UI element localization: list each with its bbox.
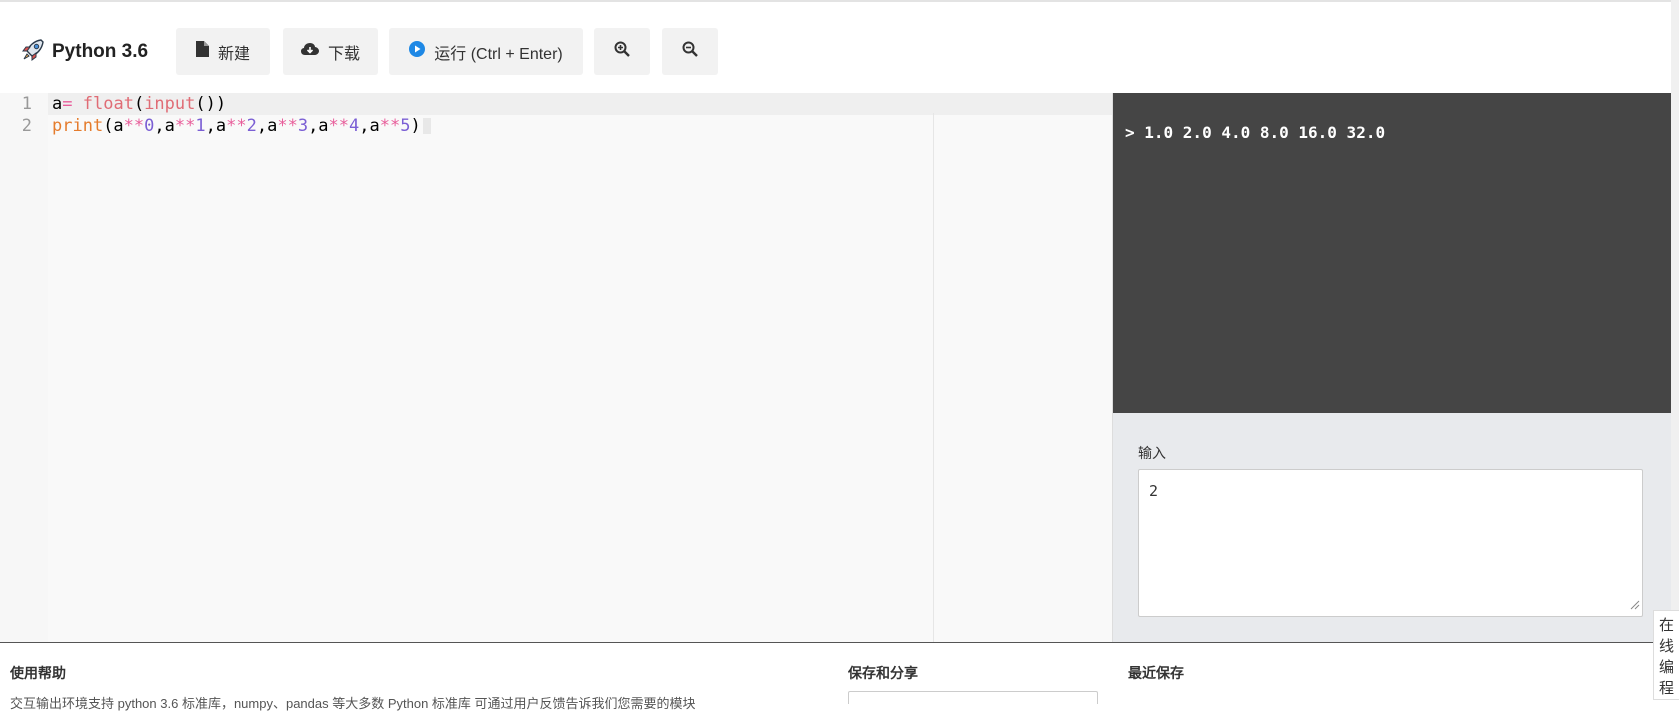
print-margin	[933, 113, 934, 642]
output-text: > 1.0 2.0 4.0 8.0 16.0 32.0	[1125, 123, 1386, 142]
share-title: 保存和分享	[848, 665, 918, 681]
rocket-icon	[20, 37, 46, 68]
resize-handle-icon[interactable]	[1630, 596, 1640, 614]
input-label: 输入	[1138, 445, 1166, 461]
brand: Python 3.6	[20, 37, 148, 67]
download-button-label: 下载	[327, 45, 360, 63]
download-button[interactable]: 下载	[283, 28, 378, 75]
side-tab-label: 在线编程	[1658, 617, 1674, 697]
share-input[interactable]	[848, 691, 1098, 704]
code-line-1[interactable]: a= float(input())	[52, 93, 226, 115]
file-icon	[195, 41, 209, 62]
footer: 使用帮助 交互输出环境支持 python 3.6 标准库，numpy、panda…	[0, 642, 1671, 711]
run-button-label: 运行 (Ctrl + Enter)	[434, 45, 563, 63]
page-scrollbar[interactable]	[1671, 0, 1679, 700]
input-panel: 输入 2	[1113, 413, 1671, 642]
online-programming-tab[interactable]: 在线编程	[1653, 610, 1679, 700]
new-button-label: 新建	[217, 45, 250, 63]
zoom-out-icon	[682, 41, 698, 62]
stdin-value: 2	[1149, 482, 1159, 500]
run-button[interactable]: 运行 (Ctrl + Enter)	[389, 28, 583, 75]
code-line-2[interactable]: print(a**0,a**1,a**2,a**3,a**4,a**5)	[52, 115, 431, 137]
zoom-in-button[interactable]	[594, 28, 650, 75]
play-circle-icon	[409, 41, 426, 62]
code-editor[interactable]: 1 2 a= float(input()) print(a**0,a**1,a*…	[0, 93, 1113, 642]
cloud-download-icon	[300, 42, 319, 61]
recent-title: 最近保存	[1128, 665, 1184, 681]
new-button[interactable]: 新建	[176, 28, 270, 75]
line-number-gutter	[0, 93, 48, 642]
output-panel: > 1.0 2.0 4.0 8.0 16.0 32.0	[1113, 93, 1671, 413]
zoom-in-icon	[614, 41, 630, 62]
toolbar: Python 3.6 新建 下载 运行 (Ctrl + Enter)	[0, 2, 1670, 94]
text-cursor	[422, 118, 431, 134]
app-title: Python 3.6	[52, 41, 149, 62]
zoom-out-button[interactable]	[662, 28, 718, 75]
help-text: 交互输出环境支持 python 3.6 标准库，numpy、pandas 等大多…	[10, 696, 696, 711]
line-number: 2	[21, 116, 32, 136]
stdin-textarea[interactable]: 2	[1138, 469, 1643, 617]
line-number: 1	[21, 94, 32, 114]
help-title: 使用帮助	[10, 665, 66, 681]
